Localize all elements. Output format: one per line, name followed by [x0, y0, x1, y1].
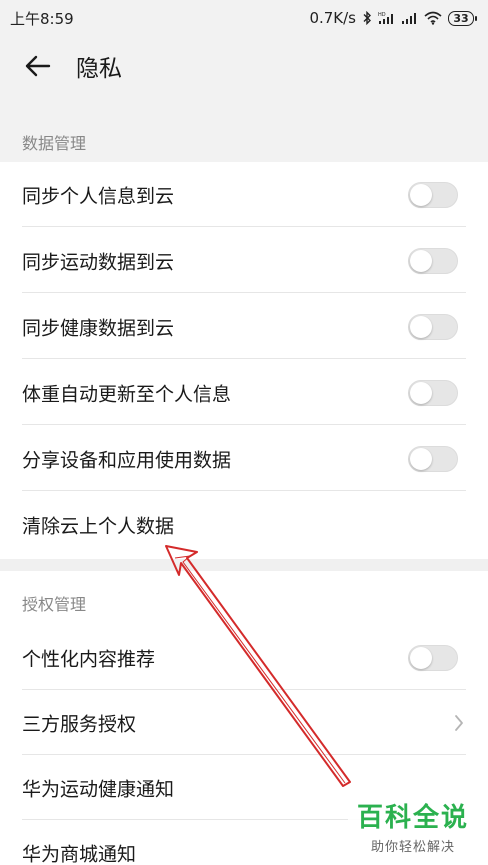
weight-update-row[interactable]: 体重自动更新至个人信息	[0, 360, 488, 425]
toggle-knob	[410, 447, 432, 470]
hd-signal-icon: HD	[378, 11, 396, 25]
personalized-content-row[interactable]: 个性化内容推荐	[0, 625, 488, 690]
row-label: 同步个人信息到云	[22, 185, 175, 207]
section-gap	[0, 559, 488, 571]
arrow-left-icon	[25, 55, 51, 77]
back-button[interactable]	[14, 42, 62, 90]
row-label: 华为商城通知	[22, 843, 137, 865]
page-title: 隐私	[76, 56, 122, 82]
battery-icon: 33	[448, 10, 477, 26]
toggle-knob	[410, 183, 432, 206]
section-data-management: 同步个人信息到云 同步运动数据到云 同步健康数据到云 体重自动更新至个人信息 分…	[0, 162, 488, 559]
row-label: 分享设备和应用使用数据	[22, 449, 232, 471]
chevron-right-icon	[455, 714, 463, 731]
signal-icon	[402, 12, 418, 25]
row-label: 个性化内容推荐	[22, 648, 156, 670]
sync-health-toggle[interactable]	[408, 313, 458, 340]
section-header-data-management: 数据管理	[0, 96, 488, 162]
sync-sport-row[interactable]: 同步运动数据到云	[0, 228, 488, 293]
divider	[22, 292, 466, 293]
status-time: 上午8:59	[10, 9, 74, 28]
divider	[22, 226, 466, 227]
watermark-subtitle: 助你轻松解决	[370, 840, 455, 855]
row-label: 清除云上个人数据	[22, 515, 175, 537]
divider	[22, 490, 466, 491]
battery-level: 33	[453, 11, 469, 25]
section-title-authorization: 授权管理	[22, 595, 87, 614]
toggle-knob	[410, 646, 432, 669]
row-label: 华为运动健康通知	[22, 778, 175, 800]
share-usage-row[interactable]: 分享设备和应用使用数据	[0, 426, 488, 491]
wifi-icon	[424, 11, 442, 25]
share-usage-toggle[interactable]	[408, 445, 458, 472]
bluetooth-icon	[362, 11, 372, 25]
sync-sport-toggle[interactable]	[408, 247, 458, 274]
row-label: 同步运动数据到云	[22, 251, 175, 273]
third-party-auth-row[interactable]: 三方服务授权	[0, 690, 488, 755]
status-bar: 上午8:59 0.7K/s HD 33	[0, 0, 488, 36]
watermark-logo: 百科全说 助你轻松解决	[348, 795, 478, 857]
status-icons: 0.7K/s HD 33	[309, 9, 477, 27]
svg-text:HD: HD	[378, 12, 386, 18]
section-header-authorization: 授权管理	[0, 571, 488, 625]
watermark-brand: 百科全说	[356, 803, 469, 833]
personalized-content-toggle[interactable]	[408, 644, 458, 671]
sync-health-row[interactable]: 同步健康数据到云	[0, 294, 488, 359]
toggle-knob	[410, 381, 432, 404]
row-label: 同步健康数据到云	[22, 317, 175, 339]
sync-profile-row[interactable]: 同步个人信息到云	[0, 162, 488, 227]
clear-cloud-data-row[interactable]: 清除云上个人数据	[0, 492, 488, 557]
weight-update-toggle[interactable]	[408, 379, 458, 406]
section-title-data-management: 数据管理	[22, 134, 87, 153]
divider	[22, 358, 466, 359]
sync-profile-toggle[interactable]	[408, 181, 458, 208]
divider	[22, 424, 466, 425]
row-label: 三方服务授权	[22, 713, 137, 735]
row-label: 体重自动更新至个人信息	[22, 383, 232, 405]
toggle-knob	[410, 249, 432, 272]
toggle-knob	[410, 315, 432, 338]
network-speed: 0.7K/s	[309, 9, 356, 27]
app-header: 隐私	[0, 36, 488, 96]
